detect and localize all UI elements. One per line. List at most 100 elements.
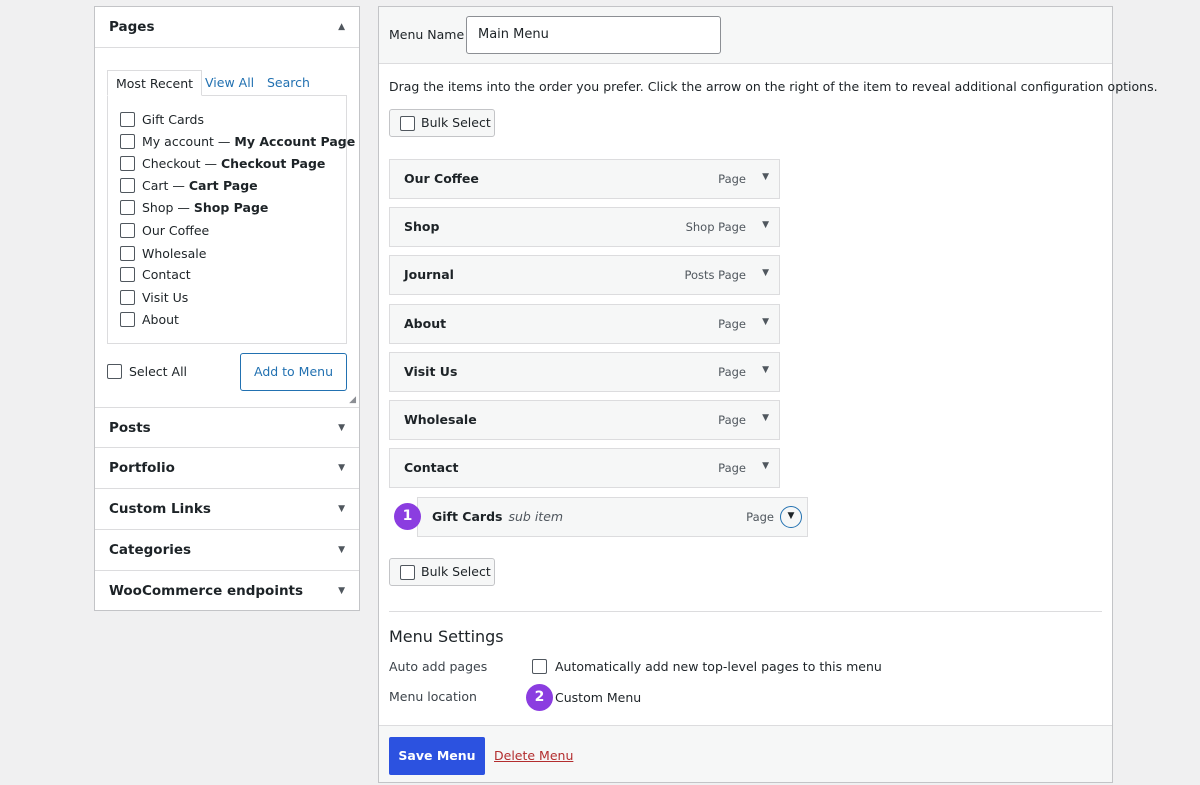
posts-panel-header[interactable]: Posts ▼ [95,407,359,448]
page-checklist-item[interactable]: My account — My Account Page [120,133,355,151]
menu-item-title: Wholesale [404,412,477,427]
expand-down-icon[interactable]: ▼ [338,571,345,611]
expand-arrow-icon[interactable]: ▼ [780,506,802,528]
page-checklist-item[interactable]: Contact [120,266,191,284]
checkbox[interactable] [120,156,135,171]
checkbox[interactable] [120,246,135,261]
menu-item[interactable]: Journal Posts Page ▼ [389,255,780,295]
panel-title: Categories [109,542,192,558]
checkbox[interactable] [120,312,135,327]
menu-name-bar: Menu Name Main Menu [379,7,1112,64]
menu-structure-panel: Menu Name Main Menu Drag the items into … [378,6,1158,783]
collapse-up-icon[interactable]: ▲ [338,7,345,47]
save-menu-button[interactable]: Save Menu [389,737,485,775]
pages-panel-header[interactable]: Pages ▲ [95,7,359,48]
menu-item-title: Our Coffee [404,171,479,186]
expand-down-icon[interactable]: ▼ [338,448,345,488]
expand-arrow-icon[interactable]: ▼ [762,365,769,375]
menu-item-title: Journal [404,267,454,282]
checkbox[interactable] [107,364,122,379]
page-checklist-item[interactable]: Visit Us [120,289,188,307]
select-all-checkbox[interactable]: Select All [107,363,187,381]
menu-name-input[interactable]: Main Menu [466,16,721,54]
menu-item-type: Page [718,461,746,475]
page-checklist-item[interactable]: Our Coffee [120,222,209,240]
menu-item[interactable]: Shop Shop Page ▼ [389,207,780,247]
menu-item-title: Gift Cards sub item [432,509,564,524]
annotation-badge: 1 [394,503,421,530]
expand-arrow-icon[interactable]: ▼ [762,268,769,278]
panel-title: Custom Links [109,501,211,517]
checkbox[interactable] [532,659,547,674]
menu-name-label: Menu Name [389,27,465,42]
categories-panel-header[interactable]: Categories ▼ [95,530,359,571]
menu-sub-item[interactable]: Gift Cards sub item Page ▼ [417,497,808,537]
checkbox[interactable] [120,134,135,149]
resize-handle-icon[interactable]: ◢ [349,395,356,405]
page-checklist-item[interactable]: About [120,311,179,329]
panel-title: Portfolio [109,460,175,476]
page-checklist-item[interactable]: Gift Cards [120,111,204,129]
checkbox[interactable] [400,116,415,131]
menu-item[interactable]: About Page ▼ [389,304,780,344]
menu-item-title: About [404,316,447,331]
tab-most-recent[interactable]: Most Recent [107,70,203,96]
expand-arrow-icon[interactable]: ▼ [762,413,769,423]
menu-item-type: Shop Page [685,220,746,234]
menu-item-type: Page [718,365,746,379]
auto-add-pages-label: Auto add pages [389,659,488,674]
menu-item-title: Shop [404,219,440,234]
annotation-badge: 2 [526,684,553,711]
menu-item[interactable]: Visit Us Page ▼ [389,352,780,392]
sub-item-label: sub item [508,509,564,524]
menu-item-type: Page [718,413,746,427]
expand-down-icon[interactable]: ▼ [338,408,345,448]
menu-item-type: Page [718,317,746,331]
portfolio-panel-header[interactable]: Portfolio ▼ [95,448,359,489]
page-checklist-item[interactable]: Wholesale [120,245,206,263]
menu-settings-title: Menu Settings [389,627,504,646]
menu-item[interactable]: Contact Page ▼ [389,448,780,488]
expand-down-icon[interactable]: ▼ [338,530,345,570]
custom-links-panel-header[interactable]: Custom Links ▼ [95,489,359,530]
menu-item-title: Visit Us [404,364,458,379]
menu-item[interactable]: Our Coffee Page ▼ [389,159,780,199]
auto-add-pages-checkbox[interactable]: Automatically add new top-level pages to… [532,659,882,675]
checkbox[interactable] [120,112,135,127]
page-checklist-item[interactable]: Shop — Shop Page [120,199,268,217]
divider [389,611,1102,612]
pages-panel-body: Most Recent View All Search Gift Cards M… [95,48,359,407]
menu-footer: Save Menu Delete Menu [379,725,1112,782]
delete-menu-link[interactable]: Delete Menu [494,748,573,763]
expand-arrow-icon[interactable]: ▼ [762,220,769,230]
panel-title: Posts [109,420,151,436]
expand-arrow-icon[interactable]: ▼ [762,461,769,471]
add-menu-items-panel: Pages ▲ Most Recent View All Search Gift… [94,6,360,611]
add-to-menu-button[interactable]: Add to Menu [240,353,347,391]
expand-arrow-icon[interactable]: ▼ [762,172,769,182]
pages-checklist: Gift Cards My account — My Account Page … [107,95,355,344]
tab-search[interactable]: Search [267,70,310,96]
menu-item-type: Page [746,510,774,524]
checkbox[interactable] [120,290,135,305]
pages-panel-title: Pages [109,19,155,35]
panel-title: WooCommerce endpoints [109,583,304,599]
checkbox[interactable] [120,223,135,238]
page-checklist-item[interactable]: Checkout — Checkout Page [120,155,325,173]
tab-view-all[interactable]: View All [205,70,254,96]
checkbox[interactable] [120,178,135,193]
menu-item-type: Page [718,172,746,186]
expand-down-icon[interactable]: ▼ [338,489,345,529]
woocommerce-endpoints-panel-header[interactable]: WooCommerce endpoints ▼ [95,571,359,612]
page-checklist-item[interactable]: Cart — Cart Page [120,177,258,195]
checkbox[interactable] [120,200,135,215]
checkbox[interactable] [400,565,415,580]
drag-instructions: Drag the items into the order you prefer… [389,79,1158,94]
menu-location-label: Menu location [389,689,477,704]
expand-arrow-icon[interactable]: ▼ [762,317,769,327]
select-all-label: Select All [129,364,188,379]
bulk-select-button[interactable]: Bulk Select [389,109,495,137]
menu-item[interactable]: Wholesale Page ▼ [389,400,780,440]
bulk-select-button[interactable]: Bulk Select [389,558,495,586]
checkbox[interactable] [120,267,135,282]
